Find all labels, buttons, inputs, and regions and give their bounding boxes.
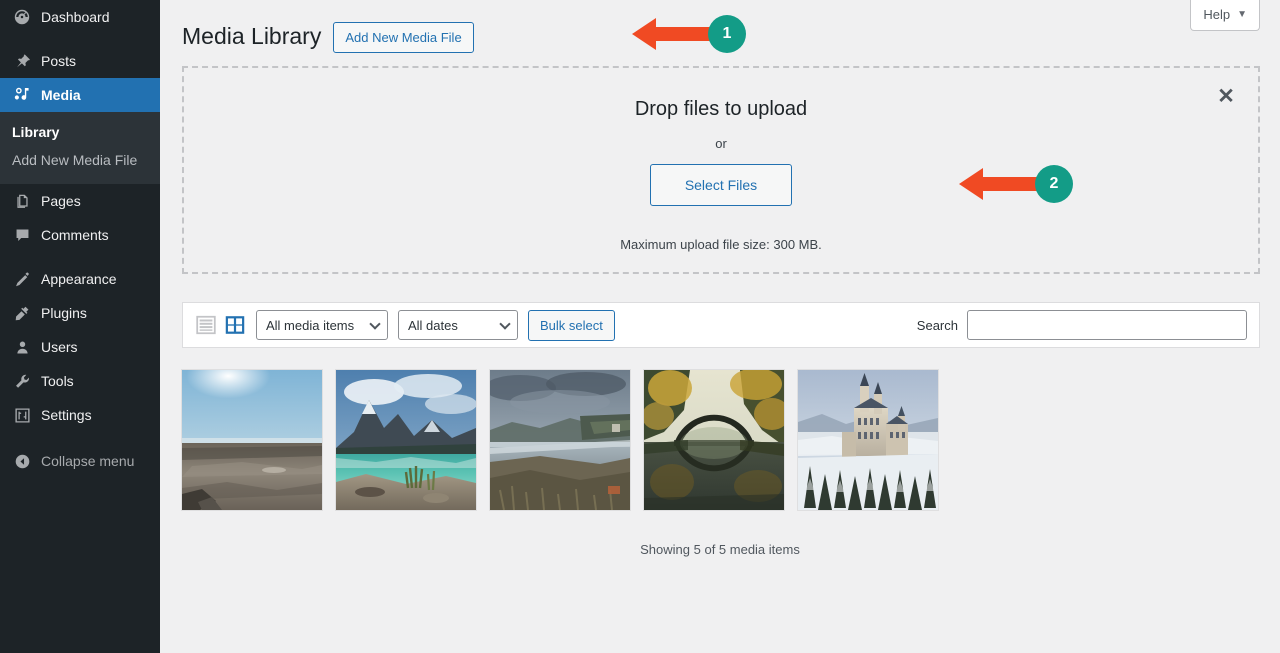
collapse-arrow-icon bbox=[12, 451, 32, 471]
media-icon bbox=[12, 85, 32, 105]
annotation-arrow-icon bbox=[959, 168, 1039, 200]
media-thumbnail bbox=[798, 370, 938, 510]
media-thumbnail bbox=[644, 370, 784, 510]
sidebar-item-appearance[interactable]: Appearance bbox=[0, 262, 160, 296]
comments-icon bbox=[12, 225, 32, 245]
date-filter-value: All dates bbox=[408, 317, 458, 333]
annotation-badge: 2 bbox=[1035, 165, 1073, 203]
annotation-badge: 1 bbox=[708, 15, 746, 53]
media-toolbar: All media items All dates Bulk select Se… bbox=[182, 302, 1260, 348]
sidebar-item-label: Appearance bbox=[41, 271, 117, 287]
sidebar-item-media[interactable]: Media bbox=[0, 78, 168, 112]
sidebar-item-users[interactable]: Users bbox=[0, 330, 160, 364]
admin-sidebar: Dashboard Posts Media Library Add New Me… bbox=[0, 0, 168, 653]
media-thumbnail bbox=[182, 370, 322, 510]
sidebar-subitem-library[interactable]: Library bbox=[0, 118, 160, 146]
date-filter-select[interactable]: All dates bbox=[398, 310, 518, 340]
annotation-number: 1 bbox=[722, 25, 732, 42]
select-files-button[interactable]: Select Files bbox=[649, 164, 793, 206]
help-button[interactable]: Help ▼ bbox=[1190, 0, 1260, 31]
list-view-icon[interactable] bbox=[195, 314, 217, 336]
media-thumbnail bbox=[336, 370, 476, 510]
sidebar-divider bbox=[0, 34, 160, 44]
plugins-plug-icon bbox=[12, 303, 32, 323]
sidebar-item-label: Media bbox=[41, 87, 81, 103]
sidebar-item-label: Tools bbox=[41, 373, 74, 389]
search-group: Search bbox=[917, 310, 1247, 340]
grid-view-icon[interactable] bbox=[224, 314, 246, 336]
sidebar-item-label: Pages bbox=[41, 193, 81, 209]
annotation-number: 2 bbox=[1049, 175, 1059, 192]
media-item-autumn-arch-bridge[interactable] bbox=[644, 370, 784, 510]
search-label: Search bbox=[916, 317, 958, 333]
media-item-mountain-lake-turquoise[interactable] bbox=[336, 370, 476, 510]
media-type-filter-value: All media items bbox=[266, 317, 355, 333]
sidebar-item-label: Plugins bbox=[41, 305, 87, 321]
sidebar-item-comments[interactable]: Comments bbox=[0, 218, 160, 252]
sidebar-item-pages[interactable]: Pages bbox=[0, 184, 160, 218]
main-content: Help ▼ Media Library Add New Media File … bbox=[160, 0, 1280, 653]
sidebar-item-dashboard[interactable]: Dashboard bbox=[0, 0, 160, 34]
upload-dropzone[interactable]: ✕ Drop files to upload or Select Files M… bbox=[182, 66, 1260, 274]
appearance-brush-icon bbox=[12, 269, 32, 289]
sidebar-item-label: Dashboard bbox=[41, 9, 110, 25]
annotation-callout-1: 1 bbox=[630, 14, 746, 54]
or-separator-text: or bbox=[715, 136, 727, 151]
chevron-down-icon bbox=[499, 318, 511, 330]
drop-files-title: Drop files to upload bbox=[634, 98, 808, 120]
annotation-callout-2: 2 bbox=[957, 164, 1073, 204]
wordpress-admin-screen: Dashboard Posts Media Library Add New Me… bbox=[0, 0, 1280, 653]
max-upload-size-text: Maximum upload file size: 300 MB. bbox=[620, 237, 822, 252]
sidebar-item-posts[interactable]: Posts bbox=[0, 44, 160, 78]
sidebar-divider bbox=[0, 252, 160, 262]
annotation-arrow-icon bbox=[632, 18, 712, 50]
sidebar-item-label: Users bbox=[41, 339, 78, 355]
add-new-media-file-button[interactable]: Add New Media File bbox=[333, 21, 474, 53]
collapse-menu-label: Collapse menu bbox=[41, 453, 135, 469]
media-count-text: Showing 5 of 5 media items bbox=[640, 542, 800, 557]
media-item-beach-shore-sunny[interactable] bbox=[182, 370, 322, 510]
help-label: Help bbox=[1203, 7, 1231, 22]
chevron-down-icon: ▼ bbox=[1237, 8, 1247, 20]
users-icon bbox=[12, 337, 32, 357]
media-thumbnail bbox=[490, 370, 630, 510]
sidebar-item-label: Settings bbox=[41, 407, 92, 423]
close-icon[interactable]: ✕ bbox=[1214, 84, 1238, 108]
media-submenu: Library Add New Media File bbox=[0, 112, 160, 184]
page-title: Media Library bbox=[182, 23, 322, 50]
collapse-menu-button[interactable]: Collapse menu bbox=[0, 444, 160, 478]
dashboard-icon bbox=[12, 7, 32, 27]
search-input[interactable] bbox=[967, 310, 1247, 340]
media-item-winter-castle[interactable] bbox=[798, 370, 938, 510]
sidebar-item-settings[interactable]: Settings bbox=[0, 398, 160, 432]
pin-icon bbox=[12, 51, 32, 71]
pages-icon bbox=[12, 191, 32, 211]
media-item-foggy-bridge-valley[interactable] bbox=[490, 370, 630, 510]
sidebar-item-label: Posts bbox=[41, 53, 77, 69]
sidebar-item-tools[interactable]: Tools bbox=[0, 364, 160, 398]
chevron-down-icon bbox=[369, 318, 381, 330]
bulk-select-button[interactable]: Bulk select bbox=[528, 309, 615, 341]
view-mode-switch bbox=[195, 314, 246, 336]
settings-sliders-icon bbox=[12, 405, 32, 425]
sidebar-item-plugins[interactable]: Plugins bbox=[0, 296, 160, 330]
sidebar-subitem-add-new-media-file[interactable]: Add New Media File bbox=[0, 146, 160, 174]
tools-wrench-icon bbox=[12, 371, 32, 391]
media-type-filter-select[interactable]: All media items bbox=[256, 310, 388, 340]
media-grid bbox=[182, 370, 1260, 510]
sidebar-item-label: Comments bbox=[41, 227, 109, 243]
